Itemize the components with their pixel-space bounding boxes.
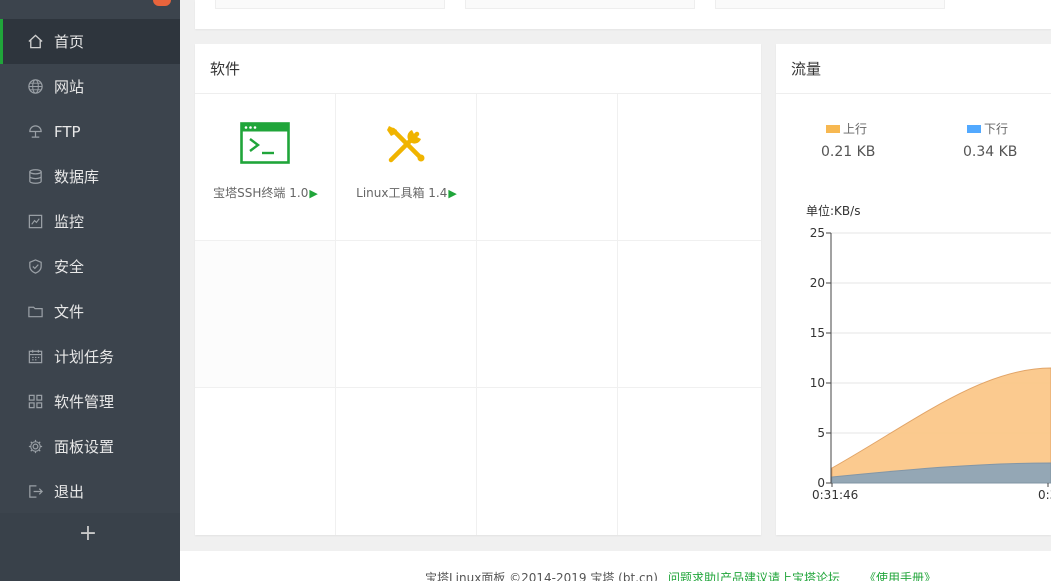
manual-link[interactable]: 《使用手册》 [864,569,936,581]
sidebar-item-label: 软件管理 [54,393,115,411]
software-empty-cell [618,388,761,535]
software-empty-cell [477,241,618,388]
software-empty-cell [618,94,761,241]
shield-icon [26,258,44,276]
sidebar-item-website[interactable]: 网站 [0,64,180,109]
software-empty-cell [477,94,618,241]
notification-badge[interactable] [153,0,171,6]
folder-icon [26,303,44,321]
software-item-ssh[interactable]: 宝塔SSH终端 1.0▶ [195,94,336,241]
software-empty-cell [195,241,336,388]
monitor-icon [26,213,44,231]
software-item-label: Linux工具箱 1.4▶ [356,186,457,200]
footer: 宝塔Linux面板 ©2014-2019 宝塔 (bt.cn) 问题求助|产品建… [180,551,1051,581]
legend-download: 下行 [967,120,1008,137]
sidebar-item-label: 网站 [54,78,85,96]
play-icon: ▶ [448,187,457,200]
grid-icon [26,393,44,411]
y-tick-label: 20 [810,276,825,290]
traffic-panel: 流量 上行 下行 0.21 KB 0.34 KB 单位:KB/s 25 20 15 10… [776,44,1051,535]
sidebar-item-database[interactable]: 数据库 [0,154,180,199]
stat-box [215,0,445,9]
legend-upload: 上行 [826,120,867,137]
software-panel: 软件 宝塔SSH终端 1.0▶ Linux工具箱 1.4▶ [195,44,761,535]
download-value: 0.34 KB [963,144,1018,160]
legend-label: 下行 [984,122,1009,136]
software-empty-cell [477,388,618,535]
globe-icon [26,78,44,96]
sidebar-menu: 首页 网站 FTP 数据库 监控 安全 文件 计划任务 软件管理 面板设置 退出 [0,19,180,514]
ftp-icon [26,123,44,141]
forum-link[interactable]: 问题求助|产品建议请上宝塔论坛 [668,569,840,581]
terminal-icon [240,122,290,164]
software-grid: 宝塔SSH终端 1.0▶ Linux工具箱 1.4▶ [195,94,761,535]
y-tick-label: 10 [810,376,825,390]
sidebar-item-home[interactable]: 首页 [0,19,180,64]
traffic-chart: 单位:KB/s25201510500:31:460:3 [806,203,1051,502]
sidebar-item-cron[interactable]: 计划任务 [0,334,180,379]
sidebar-item-label: 监控 [54,213,85,231]
sidebar-item-logout[interactable]: 退出 [0,469,180,514]
sidebar-item-label: 安全 [54,258,85,276]
sidebar: 首页 网站 FTP 数据库 监控 安全 文件 计划任务 软件管理 面板设置 退出… [0,0,180,581]
add-button[interactable]: + [78,522,98,546]
software-empty-cell [336,241,477,388]
legend-label: 上行 [843,122,868,136]
y-tick-label: 15 [810,326,825,340]
play-icon: ▶ [309,187,318,200]
sidebar-item-panel-settings[interactable]: 面板设置 [0,424,180,469]
calendar-icon [26,348,44,366]
sidebar-item-label: 文件 [54,303,85,321]
stat-box [715,0,945,9]
legend-swatch [967,124,981,133]
sidebar-item-label: FTP [54,122,81,141]
sidebar-item-label: 计划任务 [54,348,115,366]
stat-box [465,0,695,9]
sidebar-item-software-manager[interactable]: 软件管理 [0,379,180,424]
software-empty-cell [195,388,336,535]
gear-icon [26,438,44,456]
tools-icon [387,126,425,163]
sidebar-item-security[interactable]: 安全 [0,244,180,289]
panel-title: 流量 [776,44,1051,94]
sidebar-item-label: 面板设置 [54,438,115,456]
upload-value: 0.21 KB [821,144,876,160]
y-axis-unit-label: 单位:KB/s [806,203,860,218]
software-empty-cell [618,241,761,388]
x-tick-label: 0:31:46 [812,488,858,502]
sidebar-item-label: 首页 [54,33,85,51]
copyright-text: 宝塔Linux面板 ©2014-2019 宝塔 (bt.cn) [425,571,658,581]
legend-swatch [826,124,840,133]
logout-icon [26,483,44,501]
sidebar-item-files[interactable]: 文件 [0,289,180,334]
software-item-label: 宝塔SSH终端 1.0▶ [213,186,318,200]
sidebar-item-ftp[interactable]: FTP [0,109,180,154]
y-tick-label: 25 [810,226,825,240]
software-item-linux-tools[interactable]: Linux工具箱 1.4▶ [336,94,477,241]
x-tick-label: 0:3 [1038,488,1051,502]
home-icon [26,33,44,51]
sidebar-item-monitor[interactable]: 监控 [0,199,180,244]
sidebar-item-label: 退出 [54,483,85,501]
software-empty-cell [336,388,477,535]
sidebar-item-label: 数据库 [54,168,100,186]
panel-title: 软件 [195,44,761,94]
top-status-card [195,0,1051,29]
database-icon [26,168,44,186]
y-tick-label: 5 [817,426,825,440]
